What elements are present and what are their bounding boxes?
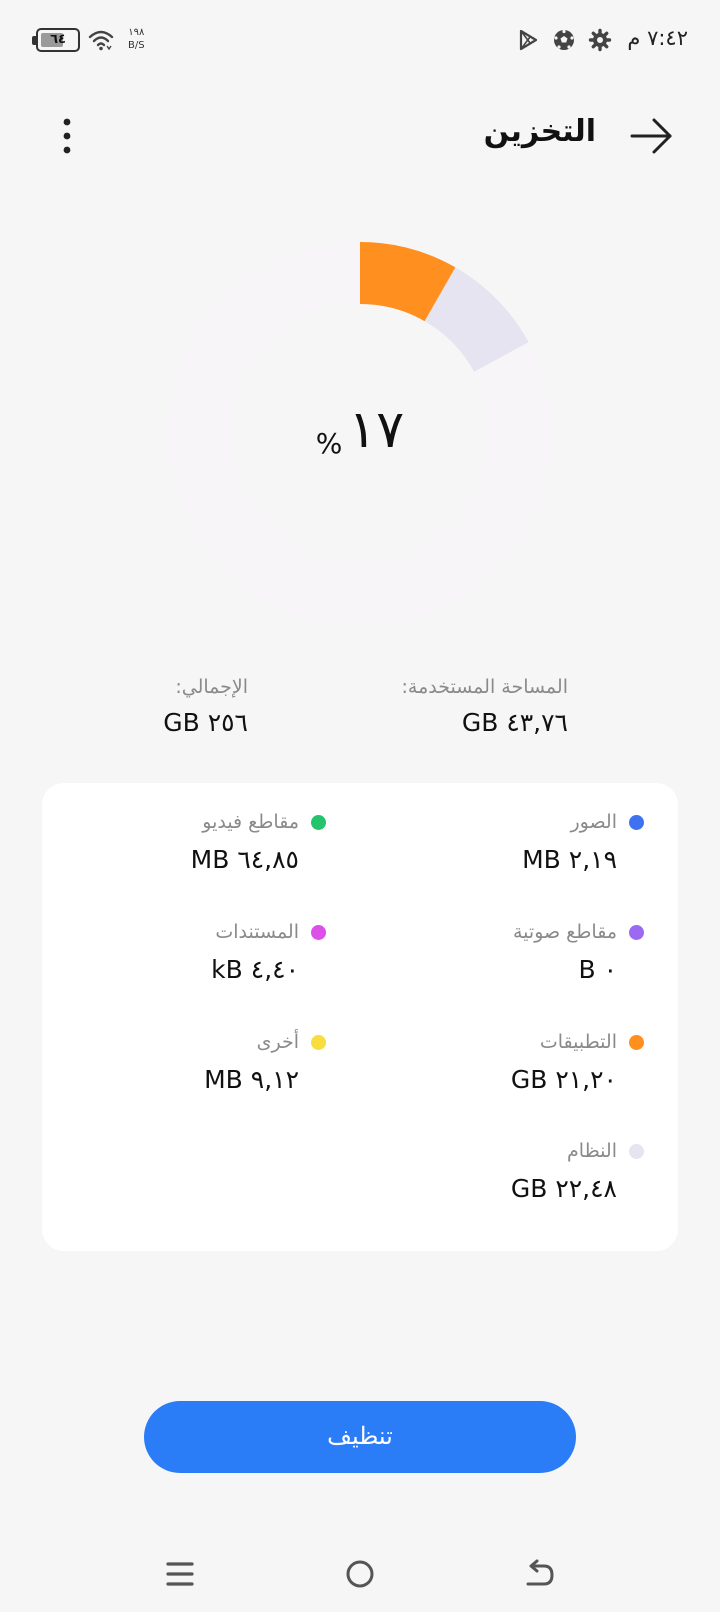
category-size: ٢,١٩ MB <box>522 845 617 874</box>
home-circle-icon[interactable] <box>342 1556 378 1592</box>
clean-button[interactable]: تنظيف <box>144 1401 576 1473</box>
arrow-right-icon[interactable] <box>628 114 676 158</box>
category-item-photos[interactable]: الصور ٢,١٩ MB <box>384 811 644 874</box>
category-name: أخرى <box>256 1031 299 1053</box>
category-name: مقاطع فيديو <box>202 811 299 833</box>
used-space-label: المساحة المستخدمة: <box>401 676 568 698</box>
category-size: ٦٤,٨٥ MB <box>190 845 299 874</box>
category-name: التطبيقات <box>539 1031 617 1053</box>
net-speed-unit: B/S <box>128 40 145 51</box>
used-percent: ١٧% <box>160 400 560 460</box>
storage-donut-chart: ١٧% <box>160 234 560 634</box>
category-item-apps[interactable]: التطبيقات ٢١,٢٠ GB <box>384 1031 644 1094</box>
category-size: ٢١,٢٠ GB <box>510 1065 617 1094</box>
category-item-videos[interactable]: مقاطع فيديو ٦٤,٨٥ MB <box>66 811 326 874</box>
back-arrow-icon[interactable] <box>522 1556 558 1592</box>
battery-icon: ٦٤ <box>32 28 80 52</box>
category-dot <box>629 814 644 830</box>
category-dot <box>311 1034 326 1050</box>
used-percent-value: ١٧ <box>348 400 405 460</box>
total-space-value: ٢٥٦ GB <box>163 708 248 737</box>
battery-level: ٦٤ <box>50 32 66 47</box>
total-space-summary: الإجمالي: ٢٥٦ GB <box>8 676 248 737</box>
category-size: ٢٢,٤٨ GB <box>510 1174 617 1203</box>
settings-gear-icon <box>588 28 612 52</box>
total-space-label: الإجمالي: <box>175 676 248 698</box>
play-store-icon <box>519 29 538 51</box>
net-speed-value: ١٩٨ <box>128 27 145 38</box>
used-space-summary: المساحة المستخدمة: ٤٣,٧٦ GB <box>328 676 568 737</box>
system-nav-bar <box>0 1540 720 1612</box>
category-size: ٤,٤٠ kB <box>211 955 299 984</box>
status-time: ٧:٤٢ م <box>627 26 688 50</box>
page-title: التخزين <box>483 114 596 149</box>
wifi-icon <box>88 30 114 51</box>
more-vertical-icon[interactable] <box>52 114 82 158</box>
percent-sign: % <box>315 427 343 460</box>
category-name: مقاطع صوتية <box>512 921 617 943</box>
category-size: ٠ B <box>578 955 617 984</box>
soccer-ball-icon <box>554 29 574 50</box>
menu-lines-icon[interactable] <box>162 1556 198 1592</box>
category-dot <box>311 924 326 940</box>
category-name: النظام <box>567 1140 617 1162</box>
status-bar: ٧:٤٢ م ٦٤ ١٩٨ B/S <box>0 0 720 80</box>
category-dot <box>629 1034 644 1050</box>
category-dot <box>629 1143 644 1159</box>
category-item-documents[interactable]: المستندات ٤,٤٠ kB <box>66 921 326 984</box>
app-header: التخزين <box>0 100 720 172</box>
category-item-audio[interactable]: مقاطع صوتية ٠ B <box>384 921 644 984</box>
category-name: المستندات <box>215 921 299 943</box>
category-name: الصور <box>570 811 617 833</box>
net-speed: ١٩٨ B/S <box>128 26 145 52</box>
category-dot <box>629 924 644 940</box>
category-dot <box>311 814 326 830</box>
category-item-system[interactable]: النظام ٢٢,٤٨ GB <box>384 1140 644 1203</box>
category-card: الصور ٢,١٩ MB مقاطع فيديو ٦٤,٨٥ MB مقاطع… <box>42 783 678 1251</box>
category-item-other[interactable]: أخرى ٩,١٢ MB <box>66 1031 326 1094</box>
used-space-value: ٤٣,٧٦ GB <box>461 708 568 737</box>
category-size: ٩,١٢ MB <box>204 1065 299 1094</box>
